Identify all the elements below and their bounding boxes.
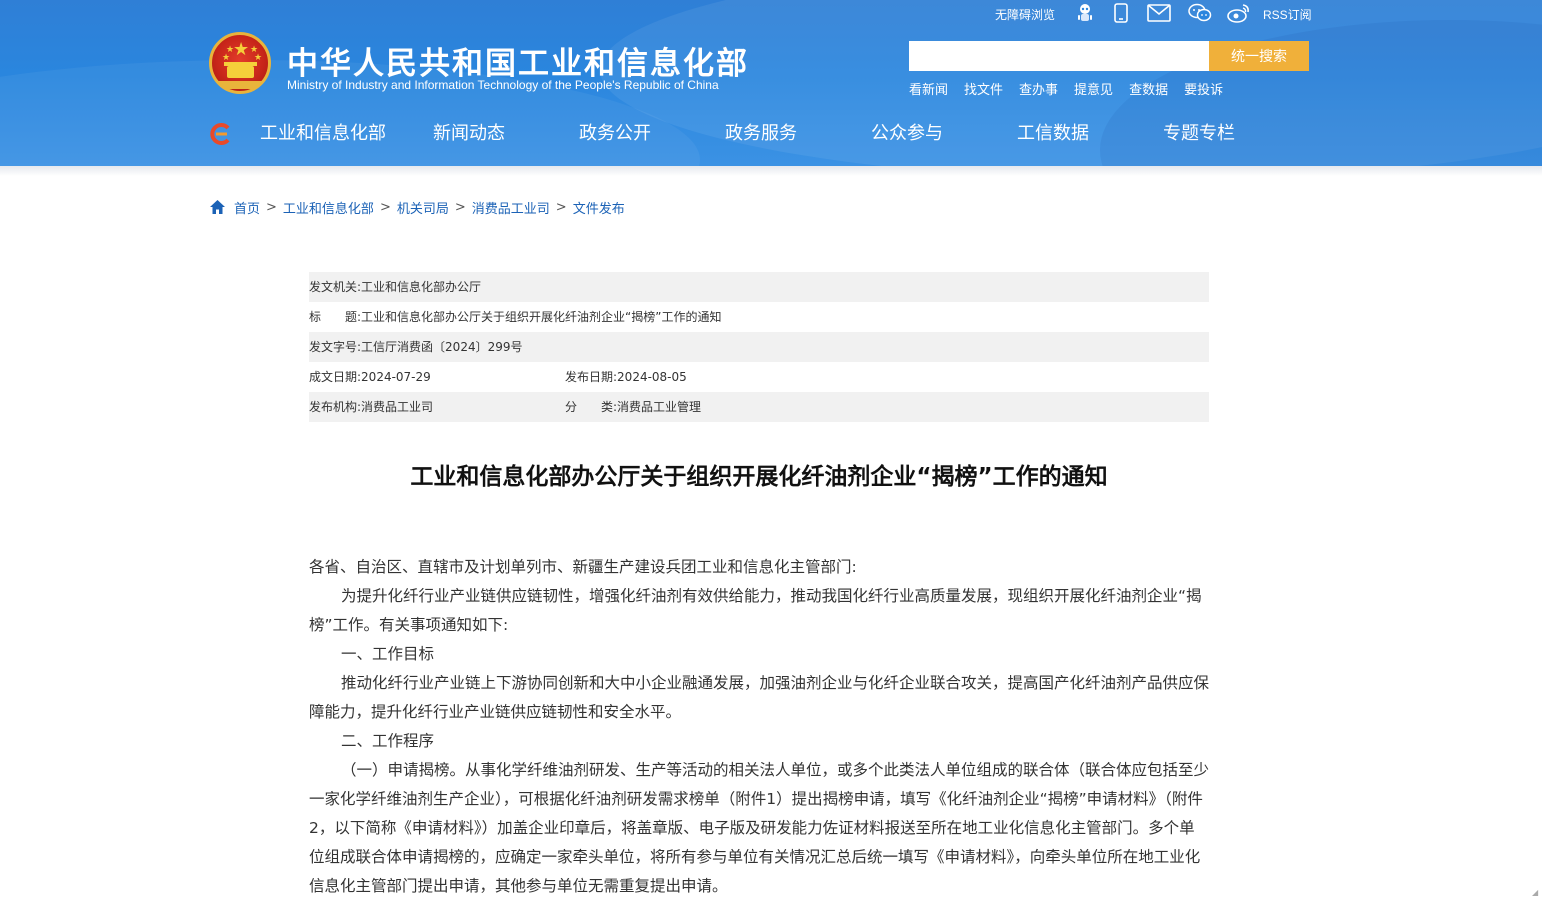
breadcrumb: 首页 > 工业和信息化部 > 机关司局 > 消费品工业司 > 文件发布 bbox=[209, 198, 625, 217]
meta-published-cell: 发布日期: 2024-08-05 bbox=[565, 362, 687, 392]
nav-item-government-services[interactable]: 政务服务 bbox=[688, 117, 834, 151]
rss-link[interactable]: RSS订阅 bbox=[1263, 6, 1312, 23]
article-section-heading: 二、工作程序 bbox=[341, 732, 435, 750]
breadcrumb-home[interactable]: 首页 bbox=[234, 198, 260, 217]
nav-item-public-participation[interactable]: 公众参与 bbox=[834, 117, 980, 151]
document-metadata: 发文机关: 工业和信息化部办公厅 标 题: 工业和信息化部办公厅关于组织开展化纤… bbox=[309, 272, 1209, 422]
breadcrumb-separator: > bbox=[555, 199, 567, 215]
quick-links: 看新闻 找文件 查办事 提意见 查数据 要投诉 bbox=[909, 79, 1239, 98]
quick-link-services[interactable]: 查办事 bbox=[1019, 79, 1058, 98]
meta-row-issuer: 发文机关: 工业和信息化部办公厅 bbox=[309, 272, 1209, 302]
site-header: ★ ★ ★ ★ ★ 中华人民共和国工业和信息化部 Ministry of Ind… bbox=[0, 0, 1542, 166]
header-divider bbox=[0, 166, 1542, 176]
quick-link-documents[interactable]: 找文件 bbox=[964, 79, 1003, 98]
article-paragraph: 推动化纤行业产业链上下游协同创新和大中小企业融通发展，加强油剂企业与化纤企业联合… bbox=[309, 674, 1210, 721]
nav-item-ministry[interactable]: 工业和信息化部 bbox=[250, 117, 396, 151]
meta-category-cell: 分 类: 消费品工业管理 bbox=[565, 392, 701, 422]
rss-bar: RSS订阅 bbox=[1263, 2, 1312, 26]
breadcrumb-separator: > bbox=[379, 199, 391, 215]
resize-corner-icon: ◢ bbox=[1532, 888, 1539, 897]
emblem-ribbon bbox=[218, 81, 262, 89]
star-icon: ★ bbox=[233, 39, 250, 60]
main-nav: 工业和信息化部 新闻动态 政务公开 政务服务 公众参与 工信数据 专题专栏 bbox=[250, 117, 1272, 151]
meta-label: 分 类: bbox=[565, 400, 618, 414]
meta-doc-number: 工信厅消费函〔2024〕299号 bbox=[361, 340, 523, 354]
breadcrumb-departments[interactable]: 机关司局 bbox=[397, 198, 449, 217]
nav-item-special-topics[interactable]: 专题专栏 bbox=[1126, 117, 1272, 151]
meta-issuer: 工业和信息化部办公厅 bbox=[361, 280, 482, 294]
article-paragraph: （一）申请揭榜。从事化学纤维油剂研发、生产等活动的相关法人单位，或多个此类法人单… bbox=[309, 761, 1210, 895]
wechat-icon[interactable] bbox=[1188, 2, 1212, 24]
breadcrumb-separator: > bbox=[266, 199, 277, 215]
meta-category: 消费品工业管理 bbox=[617, 400, 702, 414]
breadcrumb-ministry[interactable]: 工业和信息化部 bbox=[283, 198, 374, 217]
utility-bar: 无障碍浏览 bbox=[995, 2, 1055, 26]
breadcrumb-consumer-goods-dept[interactable]: 消费品工业司 bbox=[472, 198, 550, 217]
meta-label: 标 题: bbox=[309, 310, 362, 324]
article-title: 工业和信息化部办公厅关于组织开展化纤油剂企业“揭榜”工作的通知 bbox=[410, 464, 1108, 490]
nav-item-news[interactable]: 新闻动态 bbox=[396, 117, 542, 151]
weibo-icon[interactable] bbox=[1227, 2, 1251, 24]
quick-link-data[interactable]: 查数据 bbox=[1129, 79, 1168, 98]
email-icon[interactable] bbox=[1147, 2, 1171, 24]
meta-org-cell: 发布机构: 消费品工业司 bbox=[309, 392, 565, 422]
meta-published-date: 2024-08-05 bbox=[617, 370, 687, 384]
meta-row-doc-number: 发文字号: 工信厅消费函〔2024〕299号 bbox=[309, 332, 1209, 362]
meta-label: 发文字号: bbox=[309, 340, 362, 354]
meta-row-org: 发布机构: 消费品工业司 分 类: 消费品工业管理 bbox=[309, 392, 1209, 422]
breadcrumb-documents[interactable]: 文件发布 bbox=[573, 198, 625, 217]
meta-label: 发布日期: bbox=[565, 370, 618, 384]
mobile-icon[interactable] bbox=[1109, 2, 1133, 24]
quick-link-feedback[interactable]: 提意见 bbox=[1074, 79, 1113, 98]
quick-link-complaint[interactable]: 要投诉 bbox=[1184, 79, 1223, 98]
star-icon: ★ bbox=[226, 45, 235, 55]
article-paragraph: 各省、自治区、直辖市及计划单列市、新疆生产建设兵团工业和信息化主管部门: bbox=[309, 558, 857, 576]
meta-title: 工业和信息化部办公厅关于组织开展化纤油剂企业“揭榜”工作的通知 bbox=[361, 310, 722, 324]
site-subtitle: Ministry of Industry and Information Tec… bbox=[287, 78, 719, 92]
site-title[interactable]: 中华人民共和国工业和信息化部 bbox=[287, 38, 749, 83]
ministry-logo-icon[interactable] bbox=[207, 121, 233, 147]
quick-link-news[interactable]: 看新闻 bbox=[909, 79, 948, 98]
national-emblem-logo[interactable]: ★ ★ ★ ★ ★ bbox=[209, 32, 271, 94]
emblem-gate bbox=[227, 66, 254, 78]
article-section-heading: 一、工作目标 bbox=[341, 645, 435, 663]
meta-label: 发文机关: bbox=[309, 280, 362, 294]
search-input[interactable] bbox=[909, 41, 1209, 71]
home-icon[interactable] bbox=[209, 199, 226, 215]
meta-label: 发布机构: bbox=[309, 400, 362, 414]
nav-item-government-affairs[interactable]: 政务公开 bbox=[542, 117, 688, 151]
meta-org: 消费品工业司 bbox=[361, 400, 434, 414]
breadcrumb-separator: > bbox=[454, 199, 466, 215]
meta-row-title: 标 题: 工业和信息化部办公厅关于组织开展化纤油剂企业“揭榜”工作的通知 bbox=[309, 302, 1209, 332]
meta-created-date: 2024-07-29 bbox=[361, 370, 431, 384]
meta-label: 成文日期: bbox=[309, 370, 362, 384]
meta-created-cell: 成文日期: 2024-07-29 bbox=[309, 362, 565, 392]
nav-item-data[interactable]: 工信数据 bbox=[980, 117, 1126, 151]
meta-row-dates: 成文日期: 2024-07-29 发布日期: 2024-08-05 bbox=[309, 362, 1209, 392]
robot-assistant-icon[interactable] bbox=[1073, 2, 1097, 24]
article-paragraph: 为提升化纤行业产业链供应链韧性，增强化纤油剂有效供给能力，推动我国化纤行业高质量… bbox=[309, 587, 1202, 634]
unified-search-button[interactable]: 统一搜索 bbox=[1209, 41, 1309, 71]
article-body: 各省、自治区、直辖市及计划单列市、新疆生产建设兵团工业和信息化主管部门: 为提升… bbox=[309, 553, 1209, 901]
accessibility-link[interactable]: 无障碍浏览 bbox=[995, 6, 1055, 23]
